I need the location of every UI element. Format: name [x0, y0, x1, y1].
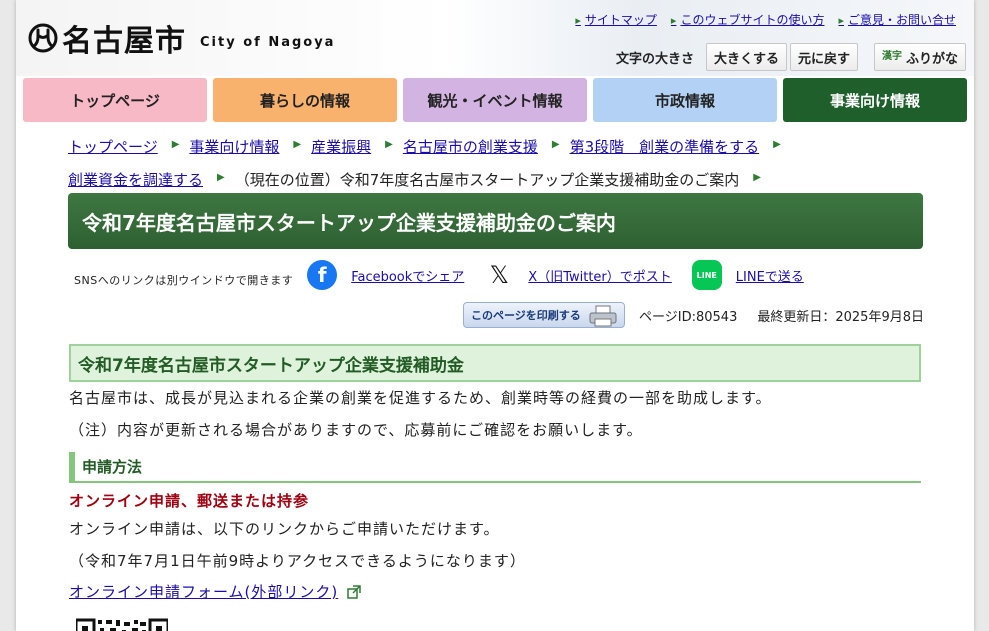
breadcrumb-stage3[interactable]: 第3段階 創業の準備をする [570, 138, 760, 156]
breadcrumb: トップページ ▶ 事業向け情報 ▶ 産業振興 ▶ 名古屋市の創業支援 ▶ 第3段階 創業の準備を… [68, 132, 928, 198]
logo-text: 名古屋市 [62, 24, 186, 59]
intro-text: 名古屋市は、成長が見込まれる企業の創業を促進するため、創業時等の経費の一部を助成… [69, 389, 772, 407]
online-form-link[interactable]: オンライン申請フォーム(外部リンク) [69, 583, 338, 601]
page-id: ページID:80543 [639, 309, 738, 325]
font-bigger-button[interactable]: 大きくする [705, 43, 787, 71]
external-link-icon [347, 585, 361, 599]
page-title: 令和7年度名古屋市スタートアップ企業支援補助金のご案内 [68, 193, 923, 249]
breadcrumb-business[interactable]: 事業向け情報 [189, 138, 279, 156]
last-updated: 最終更新日：2025年9月8日 [757, 309, 924, 325]
line-share: LINE LINEで送る [691, 260, 804, 290]
breadcrumb-funding[interactable]: 創業資金を調達する [68, 171, 203, 189]
x-share: 𝕏 X（旧Twitter）でポスト [484, 260, 672, 290]
site-logo[interactable]: 名古屋市 City of Nagoya [28, 16, 335, 60]
nav-tourism-events[interactable]: 観光・イベント情報 [403, 78, 587, 122]
facebook-share-link[interactable]: Facebookでシェア [351, 266, 464, 285]
print-button[interactable]: このページを印刷する [463, 302, 626, 328]
breadcrumb-separator-icon: ▶ [773, 139, 781, 150]
breadcrumb-current: （現在の位置）令和7年度名古屋市スタートアップ企業支援補助金のご案内 [234, 171, 740, 189]
sitemap-link[interactable]: サイトマップ [575, 11, 657, 28]
breadcrumb-startup-support[interactable]: 名古屋市の創業支援 [403, 138, 538, 156]
page: 名古屋市 City of Nagoya サイトマップ このウェブサイトの使い方 … [16, 0, 974, 631]
online-application-text: オンライン申請は、以下のリンクからご申請いただけます。 [69, 520, 500, 538]
application-types-heading: オンライン申請、郵送または持参 [69, 492, 310, 510]
breadcrumb-separator-icon: ▶ [385, 139, 393, 150]
breadcrumb-separator-icon: ▶ [171, 139, 180, 150]
nagoya-emblem-icon [28, 23, 58, 53]
x-share-link[interactable]: X（旧Twitter）でポスト [528, 266, 671, 285]
line-icon[interactable]: LINE [691, 260, 722, 290]
print-label: このページを印刷する [471, 310, 581, 322]
font-size-label: 文字の大きさ [615, 51, 694, 67]
breadcrumb-separator-icon: ▶ [753, 172, 761, 183]
contact-link[interactable]: ご意見・お問い合せ [838, 11, 956, 28]
furigana-button[interactable]: 漢字 ふりがな [873, 43, 966, 71]
site-usage-link[interactable]: このウェブサイトの使い方 [671, 11, 824, 28]
furigana-label: ふりがな [905, 51, 958, 67]
qr-code-image [76, 618, 168, 631]
furigana-icon: 漢字 [881, 51, 902, 62]
sns-note: SNSへのリンクは別ウインドウで開きます [74, 274, 294, 287]
printer-icon [589, 305, 617, 327]
breadcrumb-separator-icon: ▶ [293, 139, 302, 150]
section-heading: 令和7年度名古屋市スタートアップ企業支援補助金 [69, 344, 921, 382]
nav-city-admin[interactable]: 市政情報 [593, 78, 777, 122]
page-info-row: このページを印刷する ページID:80543 最終更新日：2025年9月8日 [463, 302, 924, 328]
breadcrumb-separator-icon: ▶ [551, 139, 560, 150]
line-share-link[interactable]: LINEで送る [736, 266, 804, 285]
access-start-note: （令和7年7月1日午前9時よりアクセスできるようになります） [69, 552, 526, 570]
font-reset-button[interactable]: 元に戻す [789, 43, 858, 71]
notice-text: （注）内容が更新される場合がありますので、応募前にご確認をお願いします。 [69, 421, 643, 439]
global-nav: トップページ 暮らしの情報 観光・イベント情報 市政情報 事業向け情報 [23, 78, 967, 122]
nav-business-info[interactable]: 事業向け情報 [783, 78, 967, 122]
facebook-icon[interactable]: f [307, 260, 338, 290]
nav-top-page[interactable]: トップページ [23, 78, 207, 122]
facebook-share: f Facebookでシェア [307, 260, 464, 290]
sns-share-bar: SNSへのリンクは別ウインドウで開きます f Facebookでシェア 𝕏 X（… [74, 259, 934, 291]
form-link-row: オンライン申請フォーム(外部リンク) [69, 581, 361, 602]
breadcrumb-separator-icon: ▶ [217, 172, 225, 183]
nav-living-info[interactable]: 暮らしの情報 [213, 78, 397, 122]
breadcrumb-top[interactable]: トップページ [68, 138, 158, 156]
font-size-controls: 文字の大きさ 大きくする 元に戻す 漢字 ふりがな [616, 43, 966, 71]
x-icon[interactable]: 𝕏 [484, 260, 514, 290]
logo-subtitle: City of Nagoya [200, 34, 336, 50]
breadcrumb-industry[interactable]: 産業振興 [311, 138, 371, 156]
application-method-heading: 申請方法 [69, 452, 921, 483]
utility-links: サイトマップ このウェブサイトの使い方 ご意見・お問い合せ [575, 11, 956, 28]
